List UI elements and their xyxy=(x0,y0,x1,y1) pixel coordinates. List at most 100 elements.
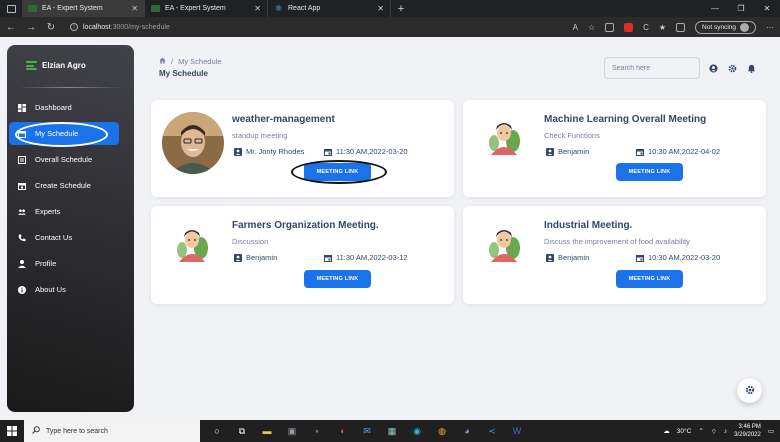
account-icon[interactable] xyxy=(708,63,718,73)
maximize-icon[interactable]: ❐ xyxy=(728,0,754,17)
meeting-link-button[interactable]: MEETING LINK xyxy=(616,270,683,288)
browser-tab-1[interactable]: EA - Expert System ✕ xyxy=(22,0,145,17)
start-button[interactable] xyxy=(0,426,24,436)
sidebar-item-profile[interactable]: Profile xyxy=(9,252,119,275)
meeting-expert: Benjamin xyxy=(234,253,277,262)
app-favicon-icon xyxy=(28,5,37,12)
weather-icon[interactable]: ☁ xyxy=(663,427,670,435)
notification-center-icon[interactable]: ▭ xyxy=(768,427,774,435)
extension-c-icon[interactable]: C xyxy=(643,23,649,32)
github-desktop-icon[interactable]: ◕ xyxy=(459,423,475,439)
browser-tab-2[interactable]: EA - Expert System ✕ xyxy=(145,0,268,17)
app-icon[interactable]: ◦ xyxy=(309,423,325,439)
app-red-icon[interactable]: ◖ xyxy=(334,423,350,439)
calendar-icon xyxy=(18,130,26,138)
browser-tab-3[interactable]: ⚛ React App ✕ xyxy=(268,0,391,17)
sidebar-item-experts[interactable]: Experts xyxy=(9,200,119,223)
favorite-add-icon[interactable]: ☆ xyxy=(588,23,595,32)
new-tab-button[interactable]: + xyxy=(391,0,411,17)
chrome-icon[interactable]: ◍ xyxy=(434,423,450,439)
vscode-icon[interactable]: ≺ xyxy=(484,423,500,439)
file-explorer-icon[interactable]: ▬ xyxy=(259,423,275,439)
cortana-icon[interactable]: ○ xyxy=(209,423,225,439)
search-box[interactable] xyxy=(604,57,700,79)
sidebar-item-dashboard[interactable]: Dashboard xyxy=(9,96,119,119)
network-icon[interactable]: ⌔ xyxy=(711,427,717,436)
volume-icon[interactable]: ♪ xyxy=(724,428,727,435)
sidebar-item-my-schedule[interactable]: My Schedule xyxy=(9,122,119,145)
brand-name: Elzian Agro xyxy=(42,61,86,70)
expert-name: Mr. Jonty Rhodes xyxy=(246,147,305,156)
meeting-subtitle: Discussion xyxy=(232,237,269,246)
info-icon xyxy=(18,285,26,294)
person-badge-icon xyxy=(234,147,242,156)
meeting-link-button[interactable]: MEETING LINK xyxy=(616,163,683,181)
meeting-subtitle: Discuss the improvement of food availabi… xyxy=(544,237,690,246)
person-badge-icon xyxy=(546,147,554,156)
sidebar-item-label: Overall Schedule xyxy=(35,155,93,164)
window-close-icon[interactable]: ✕ xyxy=(754,0,780,17)
datetime-text: 10:30 AM,2022-03-20 xyxy=(648,253,721,262)
search-input[interactable] xyxy=(612,64,699,72)
person-badge-icon xyxy=(546,253,554,262)
sidebar-item-label: Profile xyxy=(35,259,57,268)
refresh-icon[interactable]: ↻ xyxy=(46,22,56,33)
mail-icon[interactable]: ✉ xyxy=(359,423,375,439)
calendar-icon xyxy=(636,148,644,156)
home-icon[interactable] xyxy=(159,57,166,66)
breadcrumb: / My Schedule xyxy=(159,57,221,66)
tab-label: EA - Expert System xyxy=(42,5,103,12)
settings-fab-button[interactable] xyxy=(737,378,762,403)
back-icon[interactable]: ← xyxy=(6,22,16,33)
terminal-icon[interactable]: ▣ xyxy=(284,423,300,439)
minimize-icon[interactable]: — xyxy=(702,0,728,17)
datetime-text: 11:30 AM,2022-03-20 xyxy=(336,147,408,156)
app-favicon-icon xyxy=(151,5,160,12)
breadcrumb-current: My Schedule xyxy=(178,57,222,66)
edge-icon[interactable]: ◉ xyxy=(409,423,425,439)
expert-illustration-avatar xyxy=(177,230,208,262)
more-icon[interactable]: ··· xyxy=(766,23,774,32)
tab-actions-icon[interactable] xyxy=(0,0,22,17)
sidebar-item-contact-us[interactable]: Contact Us xyxy=(9,226,119,249)
meeting-title: Farmers Organization Meeting. xyxy=(232,220,379,231)
clock[interactable]: 3:46 PM 3/29/2022 xyxy=(734,423,761,439)
expert-name: Benjamin xyxy=(558,147,590,156)
task-view-icon[interactable]: ⧉ xyxy=(234,423,250,439)
url-field[interactable]: i localhost:3000/my-schedule xyxy=(70,23,170,31)
datetime-text: 10:30 AM,2022-04-02 xyxy=(648,147,721,156)
collections-icon[interactable] xyxy=(676,22,686,32)
sidebar-item-overall-schedule[interactable]: Overall Schedule xyxy=(9,148,119,171)
extension-icon[interactable] xyxy=(605,22,615,32)
person-badge-icon xyxy=(234,253,242,262)
forward-icon[interactable]: → xyxy=(26,22,36,33)
sidebar-item-about-us[interactable]: About Us xyxy=(9,278,119,301)
gear-icon xyxy=(745,385,755,397)
calendar-icon xyxy=(636,254,644,262)
taskbar-search[interactable]: Type here to search xyxy=(24,420,200,442)
brand[interactable]: Elzian Agro xyxy=(26,61,86,70)
sync-button[interactable]: Not syncing xyxy=(695,20,756,34)
store-icon[interactable]: ▦ xyxy=(384,423,400,439)
meeting-card: Farmers Organization Meeting. Discussion… xyxy=(151,206,454,304)
sidebar-item-create-schedule[interactable]: Create Schedule xyxy=(9,174,119,197)
favorites-icon[interactable]: ★ xyxy=(659,23,666,32)
expert-illustration-avatar xyxy=(489,123,520,155)
settings-icon[interactable] xyxy=(727,63,737,73)
meeting-expert: Benjamin xyxy=(546,253,589,262)
meeting-link-button[interactable]: MEETING LINK xyxy=(304,270,371,288)
tray-chevron-icon[interactable]: ⌃ xyxy=(698,427,703,435)
taskbar-search-placeholder: Type here to search xyxy=(46,427,108,435)
read-aloud-icon[interactable]: A xyxy=(573,23,578,32)
meeting-link-button[interactable]: MEETING LINK xyxy=(304,163,371,181)
windows-icon xyxy=(7,426,17,436)
weather-temp[interactable]: 30°C xyxy=(677,428,692,435)
extension-red-icon[interactable] xyxy=(624,22,634,32)
site-info-icon[interactable]: i xyxy=(70,23,78,31)
close-icon[interactable]: ✕ xyxy=(131,4,138,13)
notifications-icon[interactable] xyxy=(746,63,756,73)
calendar-icon xyxy=(324,254,332,262)
word-icon[interactable]: W xyxy=(509,423,525,439)
close-icon[interactable]: ✕ xyxy=(377,4,384,13)
close-icon[interactable]: ✕ xyxy=(254,4,261,13)
